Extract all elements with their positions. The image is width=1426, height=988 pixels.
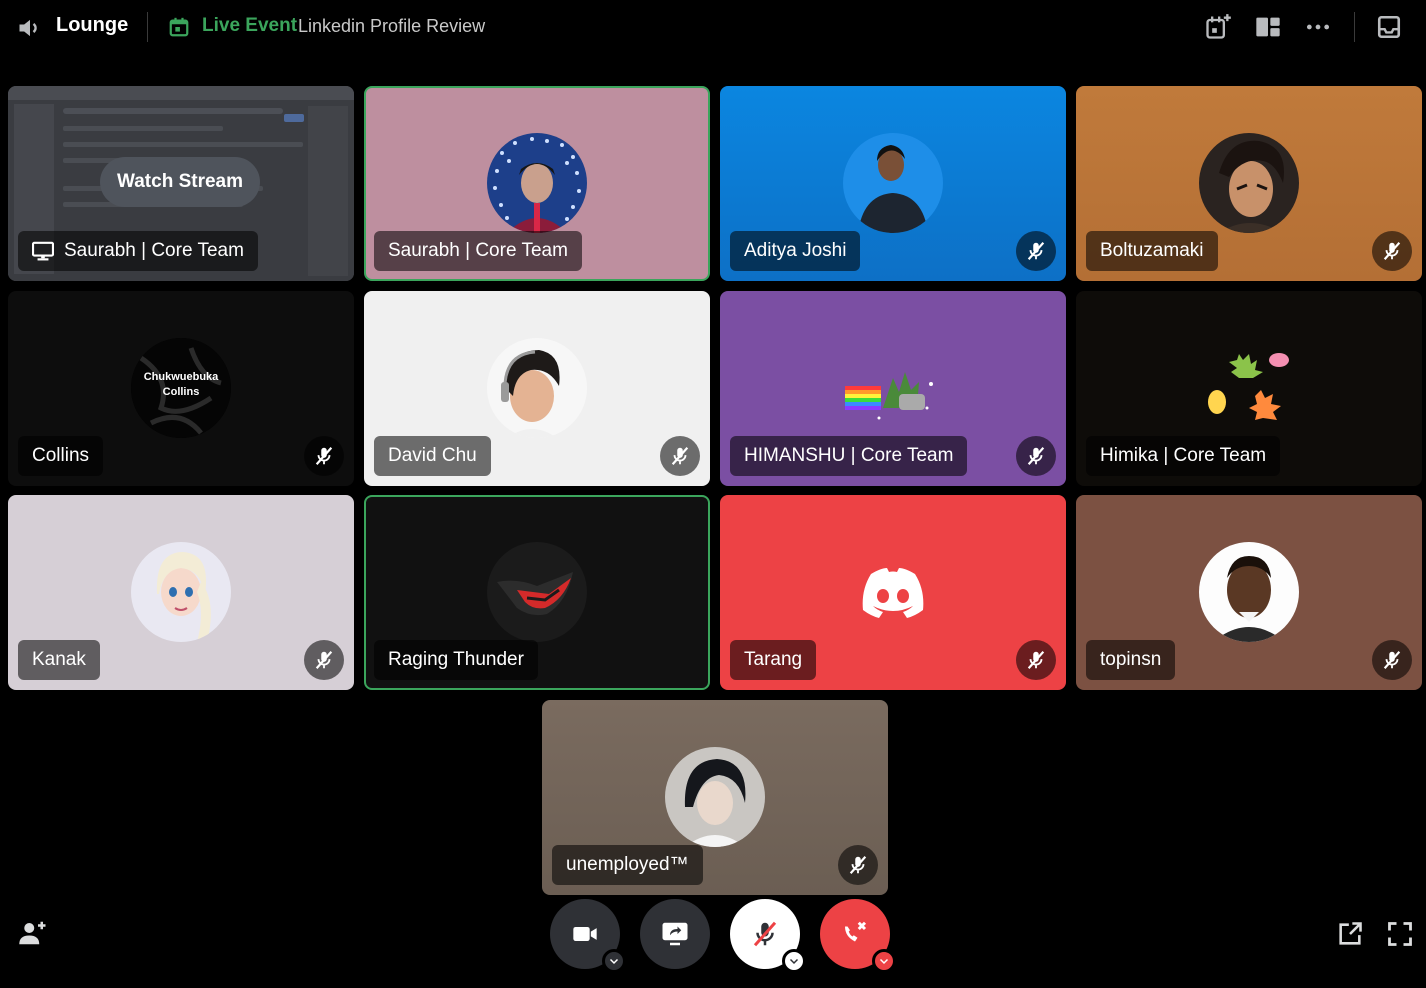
participant-name: Tarang: [730, 640, 817, 680]
participant-tile-raging-thunder[interactable]: Raging Thunder: [364, 495, 710, 690]
participant-name: Aditya Joshi: [730, 231, 861, 271]
screen-share-button[interactable]: [640, 899, 710, 969]
camera-options-chevron[interactable]: [602, 949, 626, 973]
participant-name: unemployed™: [552, 845, 703, 885]
participant-name: Himika | Core Team: [1086, 436, 1281, 476]
participant-tile-aditya[interactable]: Aditya Joshi: [720, 86, 1066, 281]
participant-name: David Chu: [374, 436, 491, 476]
header-divider-right: [1354, 12, 1355, 42]
live-event-label[interactable]: Live Event: [202, 15, 297, 37]
avatar: [131, 542, 231, 642]
discord-logo-icon: [843, 542, 943, 642]
pop-out-icon[interactable]: [1334, 918, 1366, 950]
header-divider: [147, 12, 148, 42]
participant-name: Kanak: [18, 640, 100, 680]
participant-name: HIMANSHU | Core Team: [730, 436, 968, 476]
muted-mic-icon: [1016, 436, 1056, 476]
watch-stream-button[interactable]: Watch Stream: [100, 157, 260, 207]
streamer-name: Saurabh | Core Team: [64, 240, 244, 261]
fullscreen-icon[interactable]: [1384, 918, 1416, 950]
avatar: [487, 542, 587, 642]
avatar: [1199, 338, 1299, 438]
participant-tile-kanak[interactable]: Kanak: [8, 495, 354, 690]
avatar: Chukwuebuka Collins: [131, 338, 231, 438]
participant-tile-saurabh[interactable]: Saurabh | Core Team: [364, 86, 710, 281]
avatar: [1199, 133, 1299, 233]
participant-tile-david[interactable]: David Chu: [364, 291, 710, 486]
avatar: [843, 133, 943, 233]
streamer-nametag: Saurabh | Core Team: [18, 231, 258, 271]
participant-tile-boltuzamaki[interactable]: Boltuzamaki: [1076, 86, 1422, 281]
avatar: [843, 338, 943, 438]
muted-mic-icon: [1372, 231, 1412, 271]
microphone-off-icon: [750, 919, 780, 949]
participant-tile-topinsn[interactable]: topinsn: [1076, 495, 1422, 690]
muted-mic-icon: [1372, 640, 1412, 680]
avatar: [665, 747, 765, 847]
camera-button[interactable]: [550, 899, 626, 973]
more-options-icon[interactable]: [1303, 12, 1333, 42]
avatar-text: Chukwuebuka Collins: [143, 371, 219, 398]
speaker-icon: [16, 14, 44, 42]
event-name[interactable]: Linkedin Profile Review: [298, 16, 485, 37]
participant-name: Boltuzamaki: [1086, 231, 1218, 271]
muted-mic-icon: [838, 845, 878, 885]
participant-tile-unemployed[interactable]: unemployed™: [542, 700, 888, 895]
avatar: [487, 133, 587, 233]
avatar: [1199, 542, 1299, 642]
participant-tile-himanshu[interactable]: HIMANSHU | Core Team: [720, 291, 1066, 486]
video-camera-icon: [571, 920, 599, 948]
leave-call-button[interactable]: [820, 899, 896, 973]
invite-user-icon[interactable]: [16, 916, 50, 950]
add-event-icon[interactable]: [1203, 12, 1233, 42]
channel-name: Lounge: [56, 14, 129, 36]
inbox-icon[interactable]: [1374, 12, 1404, 42]
participant-tile-tarang[interactable]: Tarang: [720, 495, 1066, 690]
participant-name: Raging Thunder: [374, 640, 538, 680]
mute-button[interactable]: [730, 899, 806, 973]
stream-tile[interactable]: Watch Stream Saurabh | Core Team: [8, 86, 354, 281]
participant-name: topinsn: [1086, 640, 1176, 680]
top-bar: Lounge Live Event Linkedin Profile Revie…: [0, 0, 1426, 56]
participant-tile-himika[interactable]: Himika | Core Team: [1076, 291, 1422, 486]
participant-name: Saurabh | Core Team: [374, 231, 582, 271]
monitor-icon: [32, 241, 54, 261]
screen-share-icon: [660, 919, 690, 949]
phone-hangup-icon: [840, 919, 870, 949]
leave-options-chevron[interactable]: [872, 949, 896, 973]
calendar-icon[interactable]: [168, 16, 190, 38]
mic-options-chevron[interactable]: [782, 949, 806, 973]
muted-mic-icon: [1016, 231, 1056, 271]
muted-mic-icon: [1016, 640, 1056, 680]
muted-mic-icon: [304, 436, 344, 476]
participant-name: Collins: [18, 436, 104, 476]
avatar: [487, 338, 587, 438]
participant-tile-collins[interactable]: Chukwuebuka Collins Collins: [8, 291, 354, 486]
muted-mic-icon: [304, 640, 344, 680]
muted-mic-icon: [660, 436, 700, 476]
layout-grid-icon[interactable]: [1253, 12, 1283, 42]
